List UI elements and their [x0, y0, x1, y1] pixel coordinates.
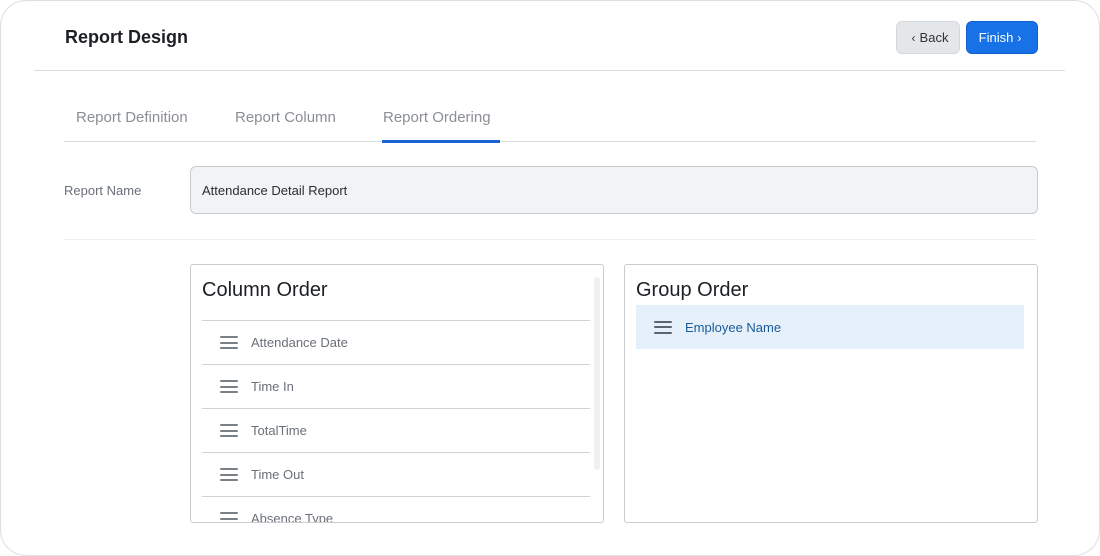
drag-handle-icon[interactable]	[220, 468, 238, 481]
list-item-label: Attendance Date	[251, 335, 348, 350]
list-item-label: TotalTime	[251, 423, 307, 438]
column-order-panel: Column Order Attendance Date Time In Tot…	[190, 264, 604, 523]
back-button[interactable]: ‹ Back	[896, 21, 960, 54]
group-order-panel: Group Order Employee Name	[624, 264, 1038, 523]
header-divider	[34, 70, 1065, 71]
list-item[interactable]: Employee Name	[636, 305, 1024, 349]
column-order-list: Attendance Date Time In TotalTime Time O…	[202, 320, 590, 523]
back-button-label: Back	[919, 30, 949, 45]
tab-bar: Report Definition Report Column Report O…	[64, 101, 1036, 143]
drag-handle-icon[interactable]	[220, 512, 238, 522]
tab-report-column[interactable]: Report Column	[235, 109, 336, 126]
list-item-label: Absence Type	[251, 511, 334, 523]
finish-button-label: Finish	[978, 30, 1014, 45]
list-item[interactable]: Time Out	[202, 452, 590, 496]
drag-handle-icon[interactable]	[654, 320, 672, 334]
list-item[interactable]: Time In	[202, 364, 590, 408]
column-order-title: Column Order	[202, 279, 328, 301]
list-item-label: Employee Name	[685, 319, 782, 335]
list-item-label: Time Out	[251, 467, 304, 482]
active-tab-indicator	[382, 140, 500, 143]
drag-handle-icon[interactable]	[220, 424, 238, 437]
tab-report-definition[interactable]: Report Definition	[76, 109, 188, 126]
report-name-label: Report Name	[64, 183, 142, 198]
section-divider	[64, 239, 1036, 240]
finish-button[interactable]: Finish ›	[966, 21, 1038, 54]
list-item[interactable]: TotalTime	[202, 408, 590, 452]
drag-handle-icon[interactable]	[220, 380, 238, 393]
list-item[interactable]: Absence Type	[202, 496, 590, 523]
chevron-left-icon: ‹	[911, 30, 916, 45]
page-header: Report Design ‹ Back Finish ›	[1, 1, 1099, 71]
group-order-title: Group Order	[636, 279, 749, 301]
list-item[interactable]: Attendance Date	[202, 320, 590, 364]
chevron-right-icon: ›	[1017, 30, 1022, 45]
page-title: Report Design	[65, 27, 189, 47]
report-design-window: Report Design ‹ Back Finish › Report Def…	[0, 0, 1100, 556]
tab-report-ordering[interactable]: Report Ordering	[383, 109, 491, 126]
list-item-label: Time In	[251, 379, 294, 394]
report-name-field[interactable]: Attendance Detail Report	[190, 166, 1038, 214]
drag-handle-icon[interactable]	[220, 336, 238, 349]
column-order-scrollbar[interactable]	[594, 277, 600, 470]
